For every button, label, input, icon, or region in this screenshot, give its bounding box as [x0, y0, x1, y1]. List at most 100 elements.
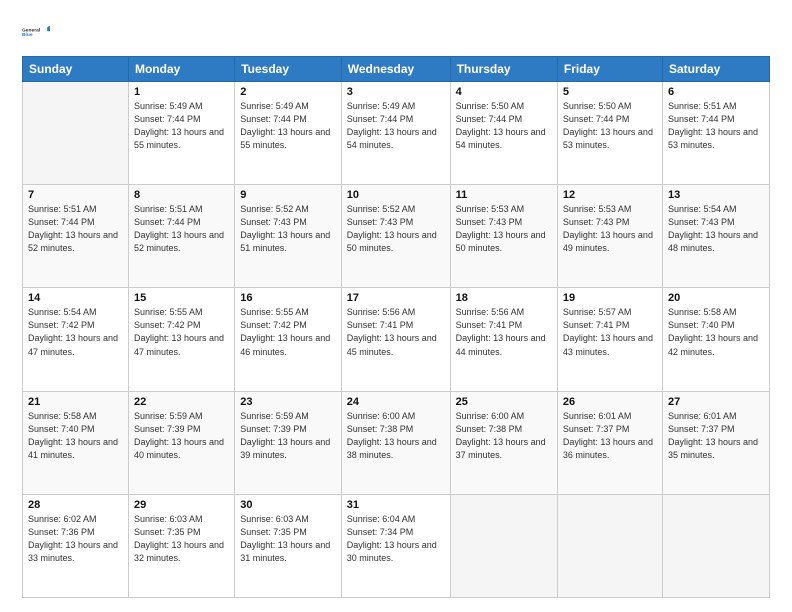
- calendar-day-cell: 23 Sunrise: 5:59 AMSunset: 7:39 PMDayligh…: [235, 391, 342, 494]
- calendar-day-cell: 16 Sunrise: 5:55 AMSunset: 7:42 PMDayligh…: [235, 288, 342, 391]
- day-number: 27: [668, 396, 764, 408]
- day-info: Sunrise: 5:50 AMSunset: 7:44 PMDaylight:…: [456, 100, 552, 152]
- calendar-day-cell: 2 Sunrise: 5:49 AMSunset: 7:44 PMDaylight…: [235, 82, 342, 185]
- day-info: Sunrise: 5:55 AMSunset: 7:42 PMDaylight:…: [134, 306, 229, 358]
- day-number: 12: [563, 189, 657, 201]
- calendar-day-cell: [662, 494, 769, 597]
- calendar-header-cell: Wednesday: [341, 57, 450, 82]
- day-info: Sunrise: 5:56 AMSunset: 7:41 PMDaylight:…: [347, 306, 445, 358]
- day-number: 7: [28, 189, 123, 201]
- calendar-day-cell: 19 Sunrise: 5:57 AMSunset: 7:41 PMDayligh…: [557, 288, 662, 391]
- day-number: 11: [456, 189, 552, 201]
- day-number: 18: [456, 292, 552, 304]
- calendar-day-cell: 7 Sunrise: 5:51 AMSunset: 7:44 PMDaylight…: [23, 185, 129, 288]
- day-info: Sunrise: 5:52 AMSunset: 7:43 PMDaylight:…: [347, 203, 445, 255]
- day-info: Sunrise: 6:03 AMSunset: 7:35 PMDaylight:…: [240, 513, 336, 565]
- day-number: 20: [668, 292, 764, 304]
- header: General Blue: [22, 18, 770, 46]
- day-info: Sunrise: 6:02 AMSunset: 7:36 PMDaylight:…: [28, 513, 123, 565]
- day-info: Sunrise: 6:03 AMSunset: 7:35 PMDaylight:…: [134, 513, 229, 565]
- calendar-header-cell: Sunday: [23, 57, 129, 82]
- calendar-day-cell: 6Sunrise: 5:51 AMSunset: 7:44 PMDaylight…: [662, 82, 769, 185]
- logo: General Blue: [22, 18, 50, 46]
- calendar-header-row: SundayMondayTuesdayWednesdayThursdayFrid…: [23, 57, 770, 82]
- day-info: Sunrise: 5:53 AMSunset: 7:43 PMDaylight:…: [456, 203, 552, 255]
- calendar-day-cell: 30 Sunrise: 6:03 AMSunset: 7:35 PMDayligh…: [235, 494, 342, 597]
- day-info: Sunrise: 5:58 AMSunset: 7:40 PMDaylight:…: [28, 410, 123, 462]
- day-number: 1: [134, 86, 229, 98]
- day-number: 24: [347, 396, 445, 408]
- svg-text:Blue: Blue: [22, 32, 33, 38]
- day-info: Sunrise: 5:56 AMSunset: 7:41 PMDaylight:…: [456, 306, 552, 358]
- calendar-day-cell: 8Sunrise: 5:51 AMSunset: 7:44 PMDaylight…: [128, 185, 234, 288]
- calendar-week-row: 7 Sunrise: 5:51 AMSunset: 7:44 PMDaylight…: [23, 185, 770, 288]
- calendar-day-cell: 29 Sunrise: 6:03 AMSunset: 7:35 PMDayligh…: [128, 494, 234, 597]
- day-info: Sunrise: 5:54 AMSunset: 7:42 PMDaylight:…: [28, 306, 123, 358]
- day-info: Sunrise: 6:00 AMSunset: 7:38 PMDaylight:…: [347, 410, 445, 462]
- day-number: 17: [347, 292, 445, 304]
- day-number: 19: [563, 292, 657, 304]
- calendar-day-cell: 12 Sunrise: 5:53 AMSunset: 7:43 PMDayligh…: [557, 185, 662, 288]
- day-number: 31: [347, 499, 445, 511]
- day-info: Sunrise: 5:57 AMSunset: 7:41 PMDaylight:…: [563, 306, 657, 358]
- calendar-week-row: 14 Sunrise: 5:54 AMSunset: 7:42 PMDayligh…: [23, 288, 770, 391]
- calendar-header-cell: Friday: [557, 57, 662, 82]
- day-number: 21: [28, 396, 123, 408]
- day-number: 23: [240, 396, 336, 408]
- calendar-day-cell: 25Sunrise: 6:00 AMSunset: 7:38 PMDayligh…: [450, 391, 557, 494]
- day-info: Sunrise: 6:04 AMSunset: 7:34 PMDaylight:…: [347, 513, 445, 565]
- logo-icon: General Blue: [22, 18, 50, 46]
- day-info: Sunrise: 5:54 AMSunset: 7:43 PMDaylight:…: [668, 203, 764, 255]
- day-info: Sunrise: 5:53 AMSunset: 7:43 PMDaylight:…: [563, 203, 657, 255]
- calendar-table: SundayMondayTuesdayWednesdayThursdayFrid…: [22, 56, 770, 598]
- day-info: Sunrise: 5:51 AMSunset: 7:44 PMDaylight:…: [668, 100, 764, 152]
- day-info: Sunrise: 5:49 AMSunset: 7:44 PMDaylight:…: [240, 100, 336, 152]
- calendar-day-cell: 15 Sunrise: 5:55 AMSunset: 7:42 PMDayligh…: [128, 288, 234, 391]
- calendar-day-cell: 3 Sunrise: 5:49 AMSunset: 7:44 PMDaylight…: [341, 82, 450, 185]
- calendar-header-cell: Saturday: [662, 57, 769, 82]
- day-info: Sunrise: 5:51 AMSunset: 7:44 PMDaylight:…: [28, 203, 123, 255]
- day-info: Sunrise: 6:01 AMSunset: 7:37 PMDaylight:…: [563, 410, 657, 462]
- day-info: Sunrise: 6:01 AMSunset: 7:37 PMDaylight:…: [668, 410, 764, 462]
- day-info: Sunrise: 5:59 AMSunset: 7:39 PMDaylight:…: [134, 410, 229, 462]
- day-info: Sunrise: 5:49 AMSunset: 7:44 PMDaylight:…: [134, 100, 229, 152]
- calendar-day-cell: 21 Sunrise: 5:58 AMSunset: 7:40 PMDayligh…: [23, 391, 129, 494]
- calendar-day-cell: 11 Sunrise: 5:53 AMSunset: 7:43 PMDayligh…: [450, 185, 557, 288]
- calendar-day-cell: 22 Sunrise: 5:59 AMSunset: 7:39 PMDayligh…: [128, 391, 234, 494]
- calendar-header-cell: Tuesday: [235, 57, 342, 82]
- day-number: 14: [28, 292, 123, 304]
- calendar-day-cell: 27 Sunrise: 6:01 AMSunset: 7:37 PMDayligh…: [662, 391, 769, 494]
- page: General Blue SundayMondayTuesdayWednesda…: [0, 0, 792, 612]
- day-number: 2: [240, 86, 336, 98]
- day-number: 15: [134, 292, 229, 304]
- calendar-day-cell: 1 Sunrise: 5:49 AMSunset: 7:44 PMDaylight…: [128, 82, 234, 185]
- calendar-day-cell: 17 Sunrise: 5:56 AMSunset: 7:41 PMDayligh…: [341, 288, 450, 391]
- calendar-day-cell: [557, 494, 662, 597]
- day-info: Sunrise: 5:58 AMSunset: 7:40 PMDaylight:…: [668, 306, 764, 358]
- day-number: 29: [134, 499, 229, 511]
- day-info: Sunrise: 5:59 AMSunset: 7:39 PMDaylight:…: [240, 410, 336, 462]
- day-info: Sunrise: 6:00 AMSunset: 7:38 PMDaylight:…: [456, 410, 552, 462]
- calendar-day-cell: 10Sunrise: 5:52 AMSunset: 7:43 PMDayligh…: [341, 185, 450, 288]
- day-number: 4: [456, 86, 552, 98]
- calendar-day-cell: 20 Sunrise: 5:58 AMSunset: 7:40 PMDayligh…: [662, 288, 769, 391]
- calendar-header-cell: Thursday: [450, 57, 557, 82]
- day-info: Sunrise: 5:51 AMSunset: 7:44 PMDaylight:…: [134, 203, 229, 255]
- calendar-week-row: 1 Sunrise: 5:49 AMSunset: 7:44 PMDaylight…: [23, 82, 770, 185]
- day-number: 30: [240, 499, 336, 511]
- svg-text:General: General: [22, 27, 41, 33]
- day-number: 5: [563, 86, 657, 98]
- day-info: Sunrise: 5:52 AMSunset: 7:43 PMDaylight:…: [240, 203, 336, 255]
- calendar-day-cell: [450, 494, 557, 597]
- day-number: 16: [240, 292, 336, 304]
- day-number: 22: [134, 396, 229, 408]
- day-number: 3: [347, 86, 445, 98]
- day-number: 13: [668, 189, 764, 201]
- calendar-day-cell: 31 Sunrise: 6:04 AMSunset: 7:34 PMDayligh…: [341, 494, 450, 597]
- calendar-day-cell: 9Sunrise: 5:52 AMSunset: 7:43 PMDaylight…: [235, 185, 342, 288]
- calendar-day-cell: 24 Sunrise: 6:00 AMSunset: 7:38 PMDayligh…: [341, 391, 450, 494]
- calendar-day-cell: [23, 82, 129, 185]
- day-info: Sunrise: 5:55 AMSunset: 7:42 PMDaylight:…: [240, 306, 336, 358]
- calendar-day-cell: 26Sunrise: 6:01 AMSunset: 7:37 PMDayligh…: [557, 391, 662, 494]
- day-info: Sunrise: 5:49 AMSunset: 7:44 PMDaylight:…: [347, 100, 445, 152]
